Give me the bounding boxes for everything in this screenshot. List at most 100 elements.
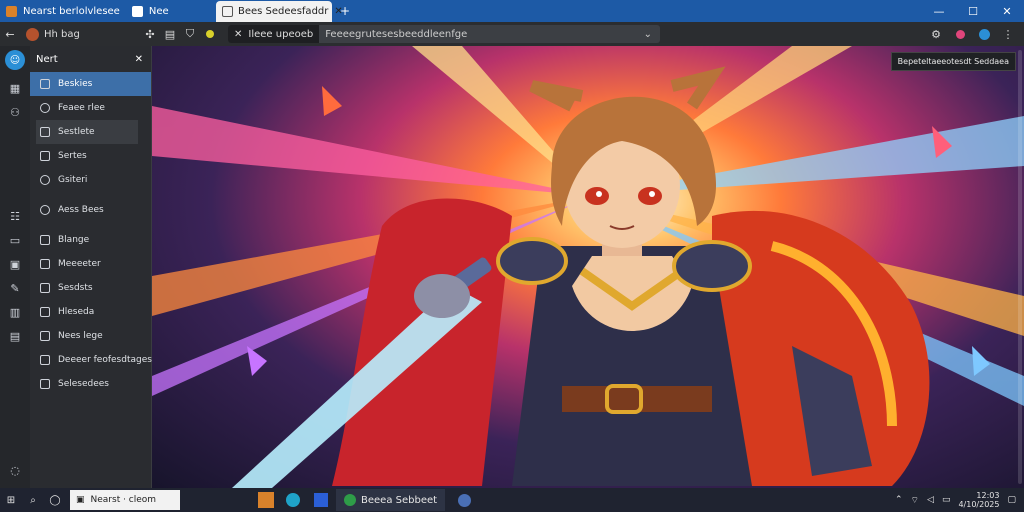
panel-item[interactable]: Beskies	[30, 72, 151, 96]
app-icon: ▣	[76, 495, 85, 505]
window-controls: — ☐ ✕	[922, 0, 1024, 22]
start-button[interactable]: ⊞	[0, 488, 22, 512]
list-icon	[40, 127, 50, 137]
new-tab-button[interactable]: +	[340, 4, 350, 18]
taskbar-window[interactable]: Beeea Sebbeet	[336, 489, 446, 511]
panel-item-label: Hleseda	[58, 307, 95, 317]
panel-item-label: Deeeer feofesdtages	[58, 355, 152, 365]
panel-item-label: Aess Bees	[58, 205, 104, 215]
tab-second[interactable]: Nee	[126, 0, 175, 22]
scrollbar[interactable]	[1018, 50, 1022, 484]
panel-item[interactable]: Nees lege	[30, 324, 151, 348]
panel-item[interactable]: Deeeer feofesdtages	[30, 348, 152, 372]
notification-icon[interactable]: ▢	[1007, 495, 1016, 505]
panel-item-label: Nees lege	[58, 331, 103, 341]
tab-label: Bees Sedeesfaddr	[238, 6, 329, 17]
folder-app-icon[interactable]	[258, 492, 274, 508]
chevron-down-icon[interactable]: ⌄	[644, 29, 660, 40]
panel-item[interactable]: Sertes	[30, 144, 151, 168]
tab-active[interactable]: Bees Sedeesfaddr ✕	[216, 1, 343, 22]
people-icon[interactable]: ⚇	[0, 100, 30, 124]
panel-item-label: Sertes	[58, 151, 87, 161]
panel-item[interactable]: Sesdsts	[30, 276, 151, 300]
time: 12:03	[976, 491, 1000, 500]
search-icon[interactable]: ⌕	[22, 488, 44, 512]
panel-item-label: Selesedees	[58, 379, 109, 389]
window-label: Beeea Sebbeet	[361, 494, 438, 506]
minimize-button[interactable]: —	[922, 0, 956, 22]
system-tray: ⌃ ⌔ ◁ ▭ 12:03 4/10/2025 ▢	[895, 488, 1016, 512]
close-button[interactable]: ✕	[990, 0, 1024, 22]
back-icon[interactable]: ←	[0, 24, 20, 44]
side-panel: Nert ✕ Beskies Feaee rlee Sestlete Serte…	[30, 46, 152, 488]
chart-icon[interactable]: ▥	[0, 300, 30, 324]
taskbar: ⊞ ⌕ ◯ ▣ Nearst · cleom Beeea Sebbeet ⌃ ⌔…	[0, 488, 1024, 512]
menu-icon[interactable]: ⋮	[998, 24, 1018, 44]
circle-icon	[40, 175, 50, 185]
tab-label: Nearst berlolvlesee	[23, 5, 120, 17]
volume-icon[interactable]: ◁	[927, 495, 934, 505]
board-icon[interactable]: ▭	[0, 228, 30, 252]
toolbar-actions: ⚙ ⋮	[926, 24, 1018, 44]
tab-icon	[131, 5, 143, 17]
panel-item[interactable]: Hleseda	[30, 300, 151, 324]
record-icon[interactable]	[950, 24, 970, 44]
browser-app-icon[interactable]	[282, 488, 304, 512]
panel-item[interactable]: Blange	[30, 228, 151, 252]
calendar-icon[interactable]: ▦	[0, 76, 30, 100]
dot-icon[interactable]	[200, 24, 220, 44]
edit-icon[interactable]: ✎	[0, 276, 30, 300]
panel-item-label: Beskies	[58, 79, 93, 89]
profile-label: Hh bag	[44, 28, 80, 40]
store-app-icon[interactable]	[310, 488, 332, 512]
close-small-icon[interactable]: ✕	[234, 29, 242, 40]
task-view-icon[interactable]: ◯	[44, 488, 66, 512]
address-bar[interactable]: ✕ Ileee upeoeb Feeeegrutesesbeeddleenfge…	[228, 25, 660, 43]
globe-icon[interactable]	[974, 24, 994, 44]
panel-item[interactable]: Selesedees	[30, 372, 151, 396]
profile-button[interactable]: Hh bag	[20, 27, 140, 41]
tab-label: Nee	[148, 5, 169, 17]
image-icon	[40, 307, 50, 317]
grid-icon	[40, 331, 50, 341]
puzzle-icon[interactable]: ✣	[140, 24, 160, 44]
folder-icon	[40, 79, 50, 89]
url-text[interactable]: Feeeegrutesesbeeddleenfge	[319, 29, 643, 40]
box-icon	[40, 355, 50, 365]
tooltip: Bepeteltaeeotesdt Seddaea	[890, 52, 1016, 71]
settings-icon[interactable]: ◌	[0, 458, 30, 482]
extensions-icon[interactable]: ⚙	[926, 24, 946, 44]
doc-icon	[40, 283, 50, 293]
date: 4/10/2025	[958, 500, 1000, 509]
globe-icon[interactable]	[453, 488, 475, 512]
panel-item-label: Sestlete	[58, 127, 95, 137]
url-segment[interactable]: ✕ Ileee upeoeb	[228, 25, 320, 43]
table-icon[interactable]: ▤	[0, 324, 30, 348]
battery-icon[interactable]: ▭	[942, 495, 951, 505]
panel-item[interactable]: Meeeeter	[30, 252, 151, 276]
clock[interactable]: 12:03 4/10/2025	[958, 491, 999, 509]
image-icon[interactable]: ▣	[0, 252, 30, 276]
clipboard-icon[interactable]: ▤	[160, 24, 180, 44]
bell-icon	[40, 103, 50, 113]
chevron-up-icon[interactable]: ⌃	[895, 495, 903, 505]
maximize-button[interactable]: ☐	[956, 0, 990, 22]
close-icon[interactable]: ✕	[135, 54, 143, 65]
browser-toolbar: ← Hh bag ✣ ▤ ⛉ ✕ Ileee upeoeb Feeeegrute…	[0, 22, 1024, 46]
tab-app[interactable]: Nearst berlolvlesee	[0, 0, 126, 22]
panel-item[interactable]: Aess Bees	[30, 198, 151, 222]
panel-item-label: Feaee rlee	[58, 103, 105, 113]
home-icon[interactable]: ☺	[5, 50, 25, 70]
panel-item[interactable]: Gsiteri	[30, 168, 151, 192]
url-prefix: Ileee upeoeb	[248, 28, 314, 40]
shield-icon[interactable]: ⛉	[180, 24, 200, 44]
network-icon[interactable]: ⌔	[911, 495, 919, 506]
panel-item-label: Meeeeter	[58, 259, 101, 269]
search-box[interactable]: ▣ Nearst · cleom	[70, 490, 180, 510]
panel-item-label: Sesdsts	[58, 283, 93, 293]
panel-item[interactable]: Feaee rlee	[30, 96, 151, 120]
contacts-icon[interactable]: ☷	[0, 204, 30, 228]
panel-item[interactable]: Sestlete	[36, 120, 138, 144]
anime-illustration	[152, 46, 1024, 488]
mail-icon	[40, 259, 50, 269]
